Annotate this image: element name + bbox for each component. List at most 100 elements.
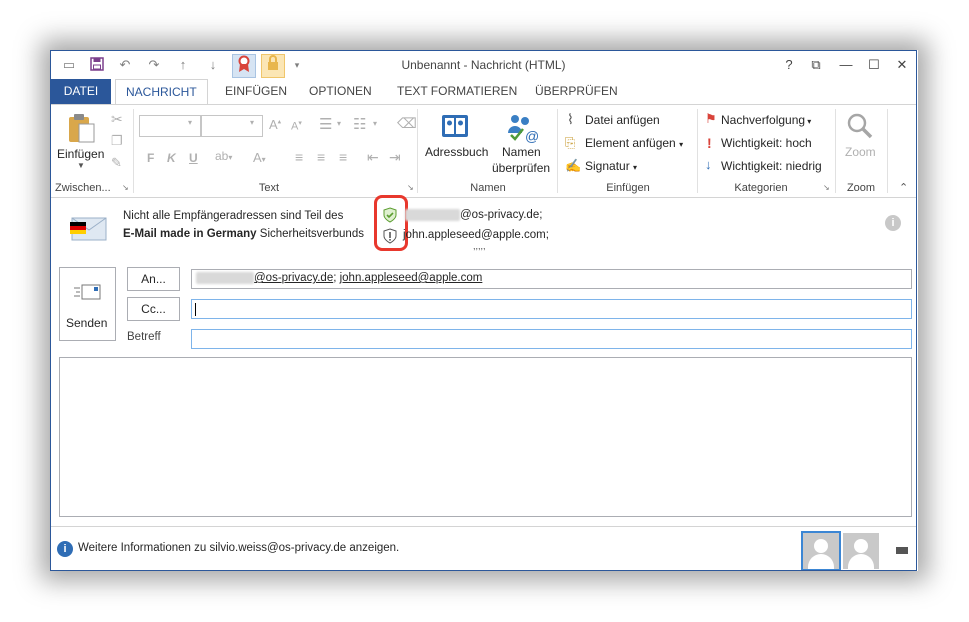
people-pane: i Weitere Informationen zu silvio.weiss@…: [51, 526, 916, 570]
tab-message[interactable]: NACHRICHT: [115, 79, 208, 105]
collapse-people-pane-icon[interactable]: [896, 547, 908, 554]
copy-icon[interactable]: ❐: [111, 133, 123, 149]
close-button[interactable]: ✕: [889, 55, 915, 75]
ribbon: Einfügen ▼ ✂ ❐ ✎ Zwischen... ↘ ▾ ▾ A▴ A▾…: [51, 104, 916, 198]
green-shield-icon: [382, 206, 398, 224]
help-button[interactable]: ?: [776, 55, 802, 75]
cut-icon[interactable]: ✂: [111, 111, 123, 128]
send-label: Senden: [66, 316, 108, 330]
collapse-ribbon-icon[interactable]: ⌃: [899, 181, 908, 194]
zoom-icon[interactable]: [845, 111, 875, 141]
tab-options[interactable]: OPTIONEN: [299, 79, 382, 104]
clear-formatting-icon[interactable]: ⌫: [397, 115, 417, 132]
font-name-dropdown-icon[interactable]: ▾: [188, 118, 192, 127]
align-right-icon[interactable]: ≡: [339, 149, 347, 165]
group-label-tags: Kategorien: [734, 182, 788, 194]
underline-button[interactable]: U: [189, 151, 198, 165]
zoom-button[interactable]: Zoom: [845, 145, 876, 159]
tab-insert[interactable]: EINFÜGEN: [215, 79, 297, 104]
check-names-label-2[interactable]: überprüfen: [492, 161, 550, 175]
tab-file[interactable]: DATEI: [51, 79, 111, 104]
avatar-selected[interactable]: [801, 531, 841, 570]
paste-button[interactable]: Einfügen: [57, 147, 104, 161]
signature-label: Signatur: [585, 159, 630, 173]
italic-button[interactable]: K: [167, 151, 176, 165]
avatar[interactable]: [843, 533, 879, 569]
high-importance-button[interactable]: Wichtigkeit: hoch: [721, 136, 812, 150]
recipient-2: john.appleseed@apple.com;: [403, 229, 549, 241]
decrease-indent-icon[interactable]: ⇤: [367, 149, 379, 166]
shrink-font-icon[interactable]: A▾: [291, 119, 302, 133]
info-circle-icon: i: [57, 541, 73, 557]
font-size-dropdown-icon[interactable]: ▾: [250, 118, 254, 127]
follow-up-label: Nachverfolgung: [721, 113, 806, 127]
to-field[interactable]: xxxxxxxx@os-privacy.de; john.appleseed@a…: [191, 269, 912, 289]
recipient-1-domain: @os-privacy.de;: [460, 209, 543, 221]
group-label-zoom: Zoom: [846, 182, 876, 194]
message-body[interactable]: [59, 357, 912, 517]
to-recipient-1-domain[interactable]: @os-privacy.de: [254, 272, 333, 284]
ribbon-tabs: DATEI NACHRICHT EINFÜGEN OPTIONEN TEXT F…: [51, 79, 916, 105]
people-pane-info-link[interactable]: Weitere Informationen zu silvio.weiss@os…: [78, 542, 399, 554]
follow-up-button[interactable]: Nachverfolgung ▾: [721, 113, 811, 127]
attach-item-button[interactable]: Element anfügen ▾: [585, 136, 683, 150]
low-importance-button[interactable]: Wichtigkeit: niedrig: [721, 159, 822, 173]
emig-brand: E-Mail made in Germany: [123, 228, 257, 240]
attach-item-icon: ⎘: [565, 135, 576, 150]
paperclip-icon: ⌇: [567, 111, 574, 127]
ribbon-display-button[interactable]: ⧉: [803, 55, 829, 75]
address-book-icon[interactable]: [439, 111, 471, 141]
signature-icon: ✍: [565, 158, 582, 173]
svg-text:@: @: [525, 128, 539, 143]
bold-button[interactable]: F: [147, 151, 154, 165]
format-painter-icon[interactable]: ✎: [111, 155, 122, 171]
subject-label: Betreff: [127, 331, 161, 343]
minimize-button[interactable]: —: [833, 55, 859, 75]
grow-font-icon[interactable]: A▴: [269, 117, 281, 132]
cc-button[interactable]: Cc...: [127, 297, 180, 321]
check-names-label-1[interactable]: Namen: [502, 145, 541, 159]
maximize-button[interactable]: ☐: [861, 55, 887, 75]
info-icon[interactable]: i: [885, 215, 901, 231]
tab-format-text[interactable]: TEXT FORMATIEREN: [387, 79, 527, 104]
group-label-names: Namen: [470, 182, 506, 194]
compose-window: ▭ ↶ ↷ ↑ ↓ ▾ Unbenannt - Nachricht (HTML)…: [50, 50, 917, 571]
check-names-icon[interactable]: @: [505, 111, 539, 143]
paste-icon[interactable]: [65, 111, 97, 145]
bullets-icon[interactable]: ☰: [319, 115, 332, 133]
align-center-icon[interactable]: ≡: [317, 149, 325, 165]
numbering-icon[interactable]: ☷: [353, 115, 366, 133]
clipboard-launcher-icon[interactable]: ↘: [122, 183, 129, 192]
security-info-line-2: E-Mail made in Germany Sicherheitsverbun…: [123, 228, 364, 240]
attach-file-button[interactable]: Datei anfügen: [585, 113, 660, 127]
warning-shield-icon: [382, 227, 398, 245]
send-button[interactable]: Senden: [59, 267, 116, 341]
cc-field[interactable]: [191, 299, 912, 319]
recipient-1: xxxxxxxx@os-privacy.de;: [405, 209, 542, 221]
security-info-bar: Nicht alle Empfängeradressen sind Teil d…: [51, 195, 916, 267]
subject-field[interactable]: [191, 329, 912, 349]
address-book-button[interactable]: Adressbuch: [425, 145, 488, 159]
paste-dropdown-icon[interactable]: ▼: [77, 161, 85, 170]
font-color-button[interactable]: A▾: [253, 150, 266, 165]
to-field-value: xxxxxxxx@os-privacy.de; john.appleseed@a…: [196, 272, 482, 284]
font-color-label: A: [253, 150, 262, 165]
recipient-more: ,,,,,: [473, 241, 486, 251]
tags-launcher-icon[interactable]: ↘: [823, 183, 830, 192]
to-recipient-2[interactable]: john.appleseed@apple.com: [340, 272, 483, 284]
highlight-icon[interactable]: ab▾: [215, 149, 232, 163]
signature-button[interactable]: Signatur ▾: [585, 159, 637, 173]
group-label-text: Text: [258, 182, 280, 194]
group-label-clipboard: Zwischen...: [55, 182, 111, 194]
numbering-dropdown-icon[interactable]: ▾: [373, 119, 377, 128]
text-cursor: [195, 303, 196, 316]
title-bar: ▭ ↶ ↷ ↑ ↓ ▾ Unbenannt - Nachricht (HTML)…: [51, 51, 916, 79]
tab-review[interactable]: ÜBERPRÜFEN: [525, 79, 628, 104]
text-launcher-icon[interactable]: ↘: [407, 183, 414, 192]
bullets-dropdown-icon[interactable]: ▾: [337, 119, 341, 128]
security-info-line-1: Nicht alle Empfängeradressen sind Teil d…: [123, 210, 344, 222]
send-icon: [74, 282, 102, 302]
increase-indent-icon[interactable]: ⇥: [389, 149, 401, 166]
to-button[interactable]: An...: [127, 267, 180, 291]
align-left-icon[interactable]: ≡: [295, 149, 303, 165]
